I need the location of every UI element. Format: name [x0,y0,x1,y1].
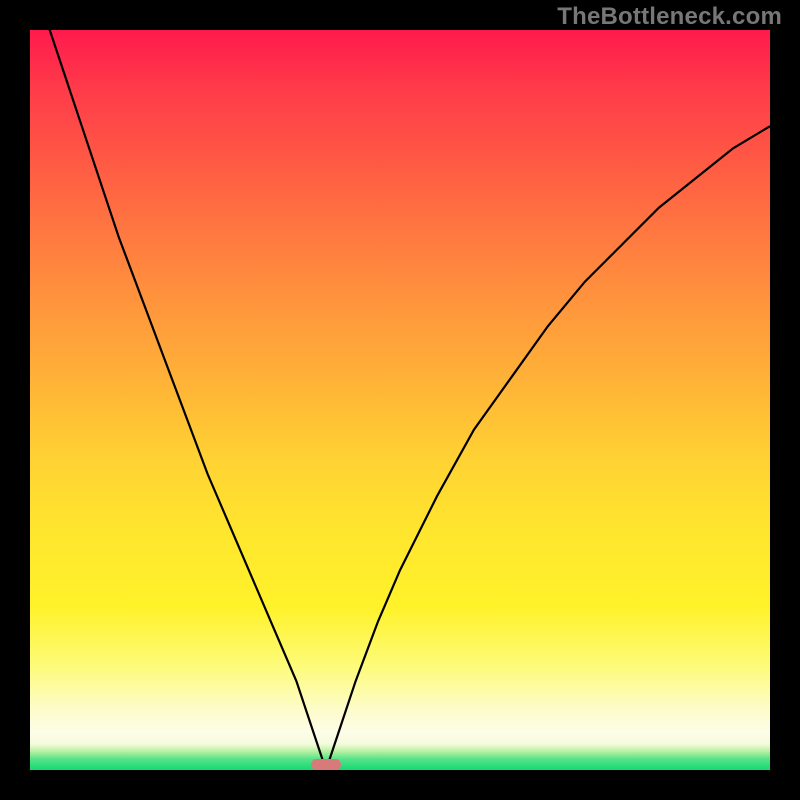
chart-frame: TheBottleneck.com [0,0,800,800]
plot-area [30,30,770,770]
optimum-marker [311,759,341,770]
bottleneck-curve [30,30,770,770]
watermark-text: TheBottleneck.com [557,3,782,31]
